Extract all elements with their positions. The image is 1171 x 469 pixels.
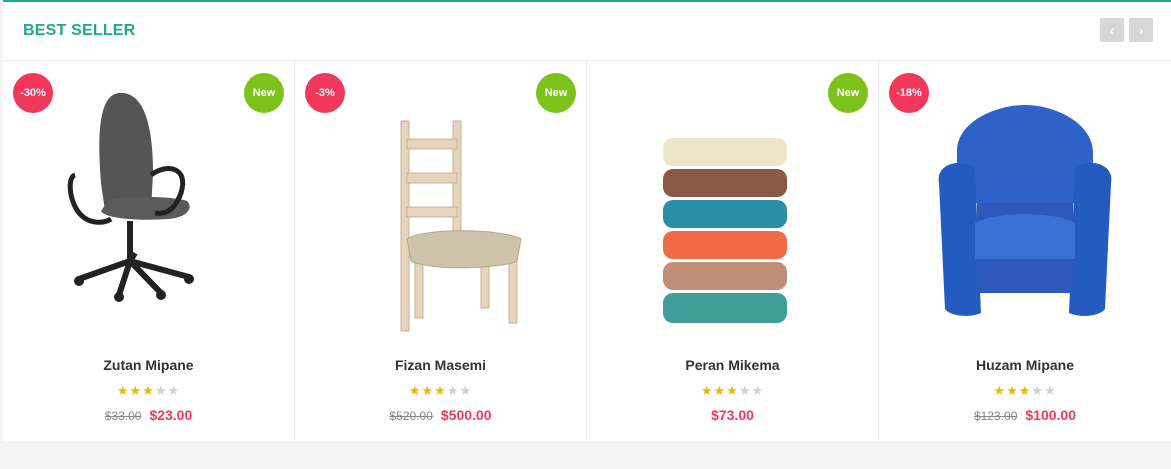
rating-stars: ★★★★★	[295, 383, 586, 399]
product-name[interactable]: Peran Mikema	[587, 357, 878, 373]
star-empty-icon: ★	[459, 383, 473, 398]
current-price: $73.00	[711, 407, 754, 423]
star-icon: ★	[700, 383, 714, 398]
price-block: $33.00 $23.00	[3, 407, 294, 423]
star-icon: ★	[421, 383, 435, 398]
product-card[interactable]: -30% New Zutan Mipane ★★★★★ $33.00 $23.00	[3, 61, 295, 441]
current-price: $23.00	[149, 407, 193, 423]
product-name[interactable]: Fizan Masemi	[295, 357, 586, 373]
rating-stars: ★★★★★	[879, 383, 1171, 399]
product-card[interactable]: -18% Huzam Mipane ★★★★★ $123.00 $100.00	[879, 61, 1171, 441]
product-card[interactable]: -3% New Fizan Masemi ★★★★★ $520.00 $500.…	[295, 61, 587, 441]
rating-stars: ★★★★★	[587, 383, 878, 399]
product-name[interactable]: Huzam Mipane	[879, 357, 1171, 373]
towel-stack-image[interactable]	[623, 83, 843, 333]
best-seller-panel: BEST SELLER ‹ › -30% New Zutan Mipane ★★…	[3, 0, 1171, 441]
product-name[interactable]: Zutan Mipane	[3, 357, 294, 373]
section-title: BEST SELLER	[23, 22, 136, 39]
star-icon: ★	[993, 383, 1007, 398]
star-icon: ★	[142, 383, 155, 398]
old-price: $123.00	[974, 409, 1018, 423]
star-empty-icon: ★	[751, 383, 765, 398]
star-empty-icon: ★	[167, 383, 181, 398]
star-icon: ★	[408, 383, 422, 398]
chevron-left-icon: ‹	[1109, 22, 1115, 38]
product-grid: -30% New Zutan Mipane ★★★★★ $33.00 $23.00	[3, 61, 1171, 441]
old-price: $33.00	[104, 409, 142, 423]
star-empty-icon: ★	[1031, 383, 1044, 398]
wooden-chair-image[interactable]	[331, 83, 551, 333]
armchair-image[interactable]	[915, 83, 1135, 333]
office-chair-image[interactable]	[39, 83, 259, 333]
star-icon: ★	[116, 383, 130, 398]
star-empty-icon: ★	[154, 383, 168, 398]
star-icon: ★	[434, 383, 447, 398]
star-icon: ★	[1018, 383, 1032, 398]
price-block: $520.00 $500.00	[295, 407, 586, 423]
star-icon: ★	[713, 383, 727, 398]
current-price: $100.00	[1025, 407, 1076, 423]
star-icon: ★	[1006, 383, 1019, 398]
carousel-prev-button[interactable]: ‹	[1100, 18, 1124, 42]
star-empty-icon: ★	[738, 383, 752, 398]
section-header: BEST SELLER ‹ ›	[3, 2, 1171, 61]
star-empty-icon: ★	[446, 383, 460, 398]
current-price: $500.00	[440, 407, 492, 423]
star-icon: ★	[129, 383, 143, 398]
rating-stars: ★★★★★	[3, 383, 294, 399]
star-icon: ★	[726, 383, 739, 398]
star-empty-icon: ★	[1043, 383, 1057, 398]
chevron-right-icon: ›	[1138, 22, 1144, 38]
product-card[interactable]: New Peran Mikema ★★★★★ $73.00	[587, 61, 879, 441]
price-block: $73.00	[587, 407, 878, 423]
carousel-next-button[interactable]: ›	[1129, 18, 1153, 42]
price-block: $123.00 $100.00	[879, 407, 1171, 423]
old-price: $520.00	[389, 409, 433, 423]
